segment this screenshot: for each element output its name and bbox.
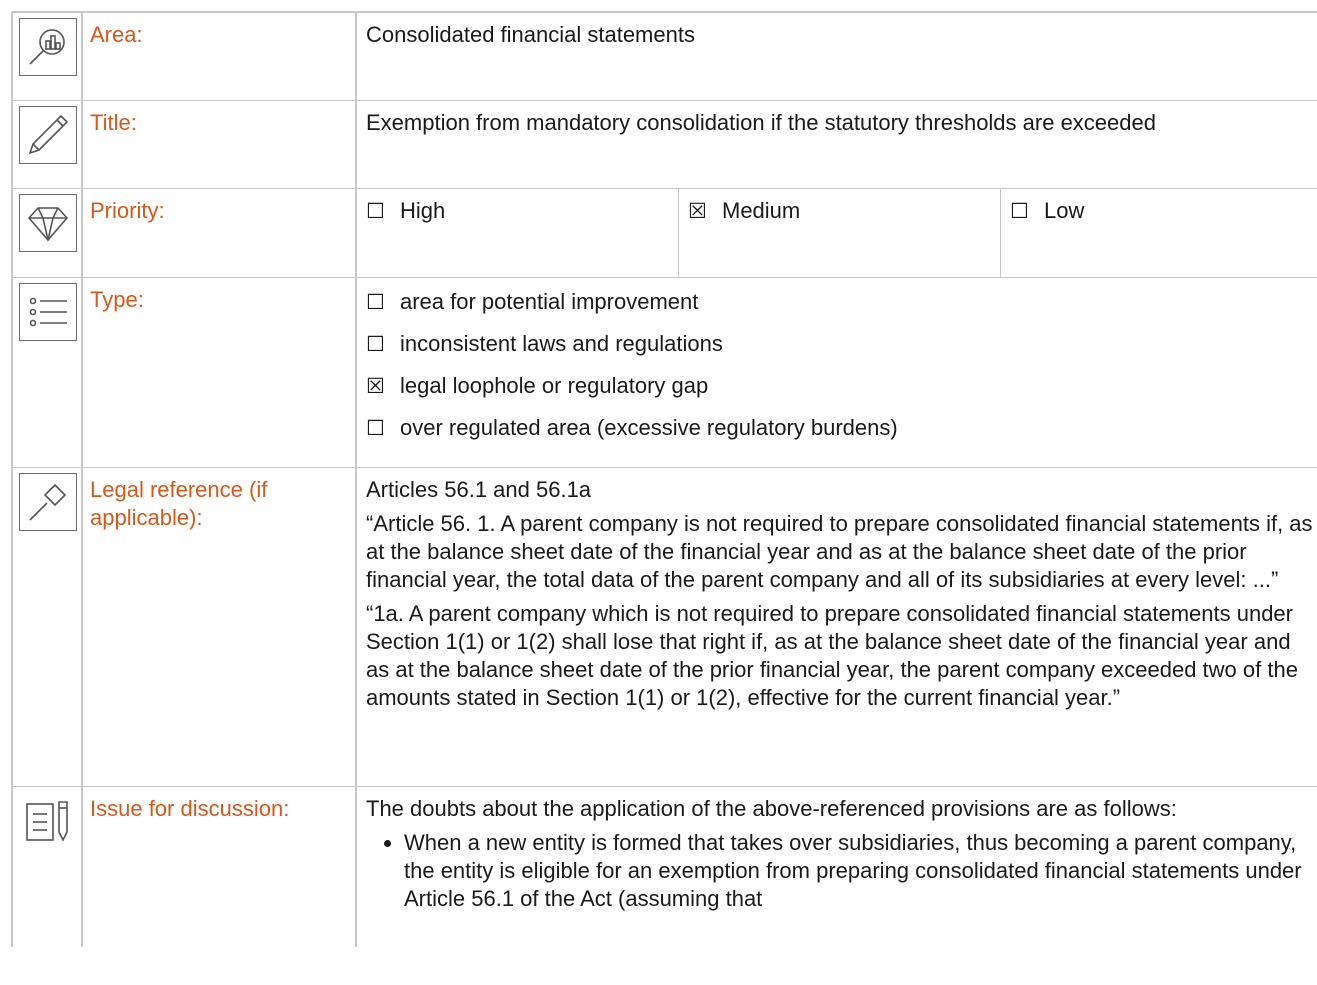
checkbox-unchecked-icon[interactable]: ☐ — [366, 330, 400, 358]
title-value: Exemption from mandatory consolidation i… — [366, 110, 1156, 135]
document-page: Area: Consolidated financial statements … — [0, 0, 1317, 985]
issue-text: The doubts about the application of the … — [357, 787, 1317, 947]
checkbox-unchecked-icon[interactable]: ☐ — [1010, 197, 1044, 225]
list-icon — [19, 283, 77, 341]
priority-low[interactable]: ☐ Low — [1001, 189, 1317, 277]
issue-label: Issue for discussion: — [83, 787, 357, 947]
diamond-icon — [19, 194, 77, 252]
type-option[interactable]: ☐ area for potential improvement — [366, 288, 1313, 316]
checkbox-unchecked-icon[interactable]: ☐ — [366, 414, 400, 442]
checkbox-unchecked-icon[interactable]: ☐ — [366, 288, 400, 316]
gavel-icon — [19, 473, 77, 531]
legal-paragraph: “1a. A parent company which is not requi… — [366, 601, 1298, 710]
row-priority: Priority: ☐ High ☒ Medium ☐ Low — [11, 189, 1317, 278]
row-legal-reference: Legal reference (if applicable): Article… — [11, 468, 1317, 787]
priority-high[interactable]: ☐ High — [357, 189, 679, 277]
row-title: Title: Exemption from mandatory consolid… — [11, 101, 1317, 189]
checkbox-unchecked-icon[interactable]: ☐ — [366, 197, 400, 225]
legal-reference-text: Articles 56.1 and 56.1a “Article 56. 1. … — [357, 468, 1317, 786]
type-option[interactable]: ☒ legal loophole or regulatory gap — [366, 372, 1313, 400]
legal-reference-label: Legal reference (if applicable): — [83, 468, 357, 786]
issue-intro: The doubts about the application of the … — [366, 796, 1177, 821]
priority-option-label: Low — [1044, 198, 1085, 223]
row-issue: Issue for discussion: The doubts about t… — [11, 787, 1317, 947]
document-pen-icon — [19, 792, 77, 850]
priority-option-label: Medium — [722, 198, 801, 223]
type-options: ☐ area for potential improvement ☐ inconsi… — [357, 278, 1317, 467]
checkbox-checked-icon[interactable]: ☒ — [688, 197, 722, 225]
priority-option-label: High — [400, 198, 446, 223]
legal-paragraph: “Article 56. 1. A parent company is not … — [366, 511, 1313, 592]
type-label: Type: — [83, 278, 357, 467]
issue-bullets: When a new entity is formed that takes o… — [366, 829, 1313, 913]
priority-label: Priority: — [83, 189, 357, 277]
list-item: When a new entity is formed that takes o… — [404, 829, 1313, 913]
priority-medium[interactable]: ☒ Medium — [679, 189, 1001, 277]
legal-paragraph: Articles 56.1 and 56.1a — [366, 477, 592, 502]
area-value: Consolidated financial statements — [366, 22, 695, 47]
title-label: Title: — [83, 101, 357, 188]
row-type: Type: ☐ area for potential improvement ☐ i… — [11, 278, 1317, 468]
type-option[interactable]: ☐ inconsistent laws and regulations — [366, 330, 1313, 358]
checkbox-checked-icon[interactable]: ☒ — [366, 372, 400, 400]
pencil-icon — [19, 106, 77, 164]
type-option[interactable]: ☐ over regulated area (excessive regulato… — [366, 414, 1313, 442]
area-label: Area: — [83, 13, 357, 100]
magnifier-chart-icon — [19, 18, 77, 76]
issue-form-table: Area: Consolidated financial statements … — [11, 11, 1317, 947]
row-area: Area: Consolidated financial statements — [11, 13, 1317, 101]
